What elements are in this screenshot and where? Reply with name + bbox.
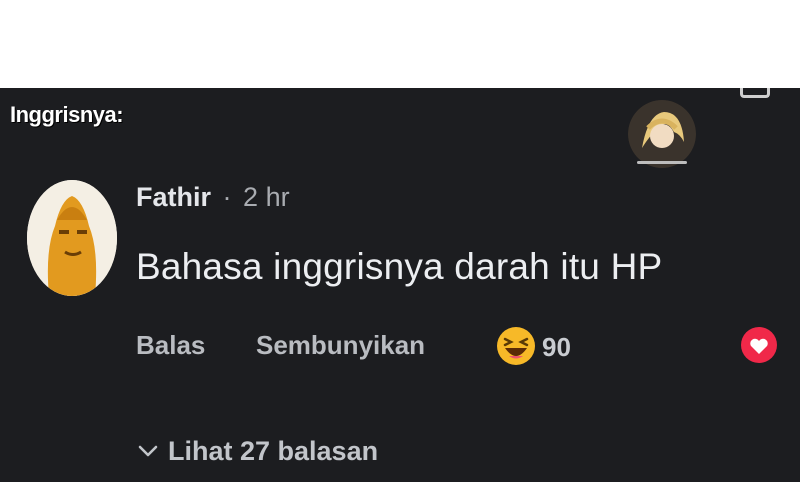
comment-header: Fathir · 2 hr — [136, 182, 290, 213]
top-caption-strip — [0, 0, 800, 88]
menu-corner-icon[interactable] — [740, 88, 770, 98]
haha-reaction-icon — [497, 327, 535, 365]
time-separator: · — [222, 182, 232, 212]
chevron-down-icon — [138, 445, 158, 457]
watermark-avatar-image — [628, 100, 696, 168]
reaction-count: 90 — [542, 332, 571, 362]
view-replies-label: Lihat 27 balasan — [168, 436, 379, 466]
heart-icon[interactable] — [740, 326, 778, 364]
commenter-avatar[interactable] — [27, 180, 117, 296]
comment-author-name[interactable]: Fathir — [136, 182, 211, 212]
view-replies-button[interactable]: Lihat 27 balasan — [136, 436, 378, 467]
comment-actions: Balas Sembunyikan 90 — [136, 326, 778, 370]
comment-panel: Inggrisnya: Fathir · 2 hr Bahasa inggris… — [0, 88, 800, 482]
reply-button[interactable]: Balas — [136, 330, 205, 361]
screenshot: Inggrisnya: Fathir · 2 hr Bahasa inggris… — [0, 0, 800, 482]
overlay-label: Inggrisnya: — [10, 102, 124, 127]
comment-timestamp[interactable]: 2 hr — [243, 182, 290, 212]
hide-button[interactable]: Sembunyikan — [256, 330, 425, 361]
cropped-caption-decoration — [220, 0, 380, 20]
watermark-caption-graphic — [626, 160, 698, 167]
watermark-avatar — [626, 100, 698, 172]
cropped-letters-graphic — [220, 0, 380, 10]
comment-text: Bahasa inggrisnya darah itu HP — [136, 246, 663, 287]
